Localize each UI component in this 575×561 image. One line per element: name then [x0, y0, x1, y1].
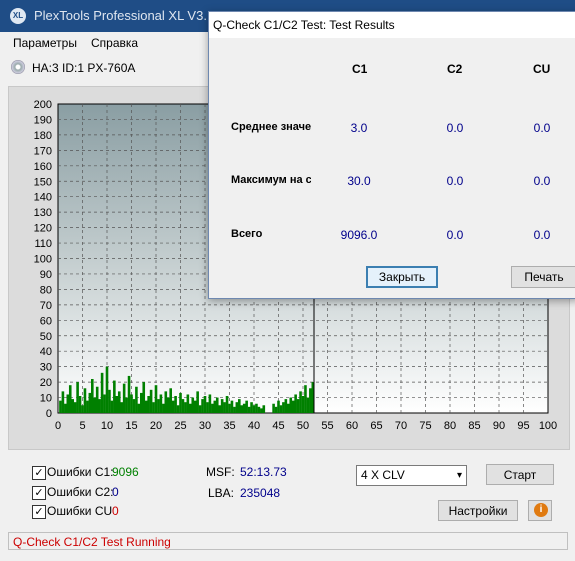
dialog-title-bar: Q-Check C1/C2 Test: Test Results: [209, 12, 575, 38]
row-label-average: Среднее значение на: [231, 121, 311, 133]
chevron-down-icon: ▾: [456, 470, 462, 481]
app-title: PlexTools Professional XL V3.16: [34, 8, 222, 23]
x-tick-label: 40: [248, 420, 260, 432]
x-tick-label: 45: [272, 420, 284, 432]
drive-label: HA:3 ID:1 PX-760A: [32, 61, 136, 75]
cell-maximum-c2: 0.0: [446, 174, 464, 188]
test-results-dialog: Q-Check C1/C2 Test: Test Results C1 C2 C…: [208, 11, 575, 299]
menu-item-help[interactable]: Справка: [91, 36, 138, 50]
x-tick-label: 70: [395, 420, 407, 432]
y-tick-label: 160: [34, 161, 52, 173]
row-label-total: Всего: [231, 228, 263, 240]
y-tick-label: 190: [34, 114, 52, 126]
row-label-maximum: Максимум на сектор: [231, 174, 311, 186]
cell-maximum-c1: 30.0: [347, 174, 371, 188]
x-tick-label: 5: [79, 420, 85, 432]
y-tick-label: 180: [34, 130, 52, 142]
c2-value: 0: [112, 485, 119, 499]
lba-label: LBA:: [208, 486, 235, 500]
y-tick-label: 170: [34, 145, 52, 157]
cell-average-cu: 0.0: [533, 121, 551, 135]
y-tick-label: 110: [34, 238, 52, 250]
c1-label: Ошибки C1:: [47, 465, 114, 479]
x-tick-label: 80: [444, 420, 456, 432]
info-button[interactable]: i: [528, 500, 552, 521]
y-tick-label: 50: [40, 331, 52, 343]
y-tick-label: 10: [40, 393, 52, 405]
y-tick-label: 60: [40, 315, 52, 327]
column-header-cu: CU: [533, 62, 551, 76]
x-tick-label: 20: [150, 420, 162, 432]
x-tick-label: 60: [346, 420, 358, 432]
y-tick-label: 130: [34, 207, 52, 219]
speed-select[interactable]: 4 X CLV ▾: [356, 465, 467, 486]
lba-value: 235048: [240, 486, 281, 500]
results-controls: ✓ Ошибки C1: 9096 ✓ Ошибки C2: 0 ✓ Ошибк…: [8, 456, 568, 526]
y-tick-label: 20: [40, 377, 52, 389]
cell-average-c2: 0.0: [446, 121, 464, 135]
status-bar: Q-Check C1/C2 Test Running: [8, 532, 568, 550]
column-header-c2: C2: [447, 62, 463, 76]
x-tick-label: 95: [517, 420, 529, 432]
y-tick-label: 80: [40, 284, 52, 296]
info-icon: i: [534, 503, 548, 517]
cell-maximum-cu: 0.0: [533, 174, 551, 188]
c2-label: Ошибки C2:: [47, 485, 114, 499]
app-logo-icon: XL: [10, 8, 26, 24]
y-tick-label: 150: [34, 176, 52, 188]
x-tick-label: 85: [468, 420, 480, 432]
cu-checkbox[interactable]: ✓: [32, 505, 46, 519]
x-tick-label: 0: [55, 420, 61, 432]
y-tick-label: 100: [34, 254, 52, 266]
x-tick-label: 50: [297, 420, 309, 432]
disc-icon: [11, 60, 25, 74]
dialog-title: Q-Check C1/C2 Test: Test Results: [213, 18, 395, 32]
menu-item-parameters[interactable]: Параметры: [13, 36, 77, 50]
x-tick-label: 35: [223, 420, 235, 432]
close-button[interactable]: Закрыть: [366, 266, 438, 288]
cu-label: Ошибки CU: [47, 504, 113, 518]
cu-value: 0: [112, 504, 119, 518]
cell-average-c1: 3.0: [350, 121, 368, 135]
cell-total-cu: 0.0: [533, 228, 551, 242]
y-tick-label: 0: [46, 408, 52, 420]
msf-label: MSF:: [206, 465, 235, 479]
print-button[interactable]: Печать: [511, 266, 575, 288]
x-tick-label: 55: [321, 420, 333, 432]
cell-total-c1: 9096.0: [340, 228, 378, 242]
speed-value: 4 X CLV: [361, 468, 405, 482]
y-tick-label: 120: [34, 223, 52, 235]
x-tick-label: 10: [101, 420, 113, 432]
msf-value: 52:13.73: [240, 465, 287, 479]
y-tick-label: 40: [40, 346, 52, 358]
x-tick-label: 25: [174, 420, 186, 432]
x-tick-label: 100: [539, 420, 557, 432]
c2-checkbox[interactable]: ✓: [32, 486, 46, 500]
column-header-c1: C1: [352, 62, 368, 76]
cell-total-c2: 0.0: [446, 228, 464, 242]
start-button[interactable]: Старт: [486, 464, 554, 485]
x-tick-label: 90: [493, 420, 505, 432]
c1-value: 9096: [112, 465, 139, 479]
x-tick-label: 75: [419, 420, 431, 432]
y-tick-label: 30: [40, 362, 52, 374]
drive-selector[interactable]: HA:3 ID:1 PX-760A: [8, 57, 208, 79]
y-tick-label: 200: [34, 99, 52, 111]
y-tick-label: 90: [40, 269, 52, 281]
x-tick-label: 65: [370, 420, 382, 432]
x-tick-label: 30: [199, 420, 211, 432]
c1-checkbox[interactable]: ✓: [32, 466, 46, 480]
x-tick-label: 15: [125, 420, 137, 432]
settings-button[interactable]: Настройки: [438, 500, 518, 521]
dialog-body: C1 C2 CU Среднее значение на 3.0 0.0 0.0…: [209, 38, 575, 298]
y-tick-label: 70: [40, 300, 52, 312]
y-tick-label: 140: [34, 192, 52, 204]
